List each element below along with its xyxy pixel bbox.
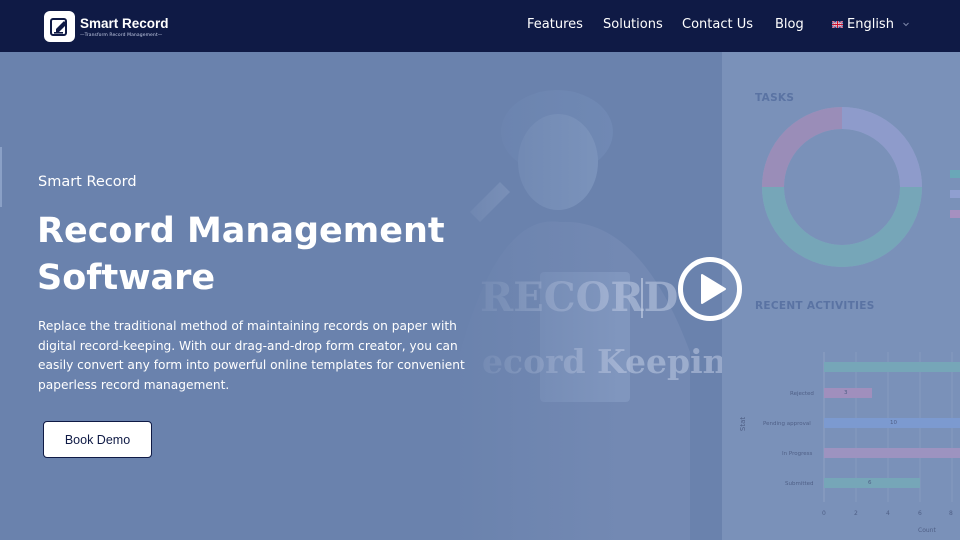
dashboard-preview: TASKS RECENT ACTIVITIES Rejected Pending… bbox=[722, 52, 960, 540]
tasks-donut-chart bbox=[762, 107, 960, 267]
book-demo-button[interactable]: Book Demo bbox=[43, 421, 152, 458]
bar-in-progress bbox=[824, 448, 960, 458]
bar-value-rejected: 3 bbox=[844, 390, 848, 396]
navbar: Smart Record —Transform Record Managemen… bbox=[0, 0, 960, 52]
activities-bar-chart bbox=[823, 352, 960, 502]
axis-tick-0: 0 bbox=[822, 510, 826, 517]
bar-label-rejected: Rejected bbox=[790, 391, 814, 397]
bar-label-submitted: Submitted bbox=[785, 481, 814, 487]
hero-headline: Record Management Software bbox=[37, 211, 445, 298]
bar-value-submitted: 6 bbox=[868, 480, 872, 486]
tasks-title: TASKS bbox=[755, 92, 795, 104]
brand-tagline: —Transform Record Management— bbox=[80, 32, 163, 38]
bar-rejected bbox=[824, 388, 872, 398]
axis-tick-8: 8 bbox=[949, 510, 953, 517]
axis-tick-2: 2 bbox=[854, 510, 858, 517]
nav-blog[interactable]: Blog bbox=[775, 17, 804, 32]
nav-solutions[interactable]: Solutions bbox=[603, 17, 663, 32]
uk-flag-icon bbox=[832, 21, 843, 28]
brand-logo[interactable]: Smart Record —Transform Record Managemen… bbox=[44, 11, 169, 42]
edge-accent bbox=[0, 147, 2, 207]
bar-value-pending: 10 bbox=[890, 420, 897, 426]
y-axis-label: Stat bbox=[739, 416, 748, 432]
x-axis-label: Count bbox=[918, 527, 936, 534]
play-video-icon[interactable] bbox=[677, 256, 743, 322]
hero-section: RECORD ecord Keeping Software TASKS RECE… bbox=[0, 52, 960, 540]
bar-label-in-progress: In Progress bbox=[782, 451, 813, 457]
logo-icon bbox=[44, 11, 75, 42]
watermark-cursor bbox=[641, 278, 643, 318]
bar-submitted bbox=[824, 478, 920, 488]
language-label: English bbox=[847, 17, 894, 32]
brand-name: Smart Record bbox=[80, 15, 169, 31]
hero-eyebrow: Smart Record bbox=[38, 174, 137, 190]
axis-tick-6: 6 bbox=[918, 510, 922, 517]
nav-contact-us[interactable]: Contact Us bbox=[682, 17, 753, 32]
chevron-down-icon[interactable] bbox=[902, 20, 910, 28]
language-selector[interactable]: English bbox=[832, 17, 894, 32]
activities-title: RECENT ACTIVITIES bbox=[755, 300, 875, 312]
axis-tick-4: 4 bbox=[886, 510, 890, 517]
hero-description: Replace the traditional method of mainta… bbox=[38, 319, 465, 392]
nav-features[interactable]: Features bbox=[527, 17, 583, 32]
bar-label-pending: Pending approval bbox=[763, 421, 811, 427]
